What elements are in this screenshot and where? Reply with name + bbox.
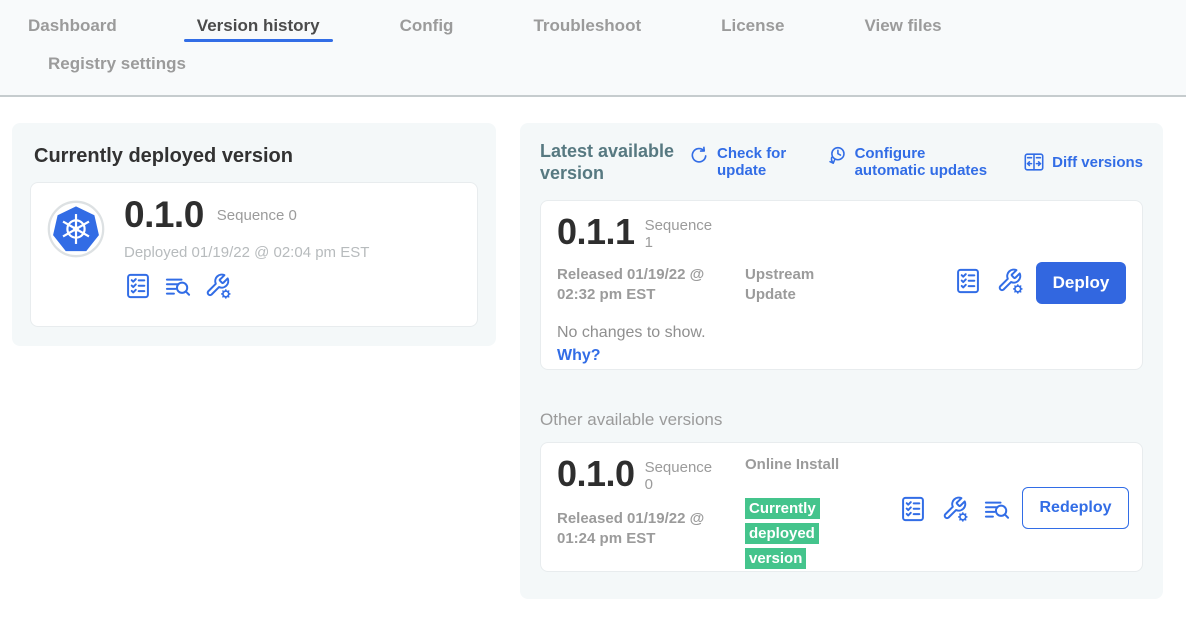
other-version-card: 0.1.0 Sequence 0 Released 01/19/22 @ 01:… <box>540 442 1143 572</box>
latest-version-number: 0.1.1 <box>557 213 635 252</box>
no-changes-text: No changes to show. <box>557 324 706 342</box>
diff-icon <box>1023 151 1045 173</box>
edit-config-icon[interactable] <box>204 272 232 300</box>
edit-config-icon[interactable] <box>941 495 969 523</box>
refresh-icon <box>688 145 710 167</box>
diff-versions-link[interactable]: Diff versions <box>1023 145 1143 180</box>
latest-available-title: Latest available version <box>540 141 688 184</box>
other-sequence-label: Sequence 0 <box>645 459 719 494</box>
currently-deployed-panel: Currently deployed version 0.1.0 Sequenc… <box>12 123 496 346</box>
other-versions-title: Other available versions <box>540 410 1143 430</box>
tab-version-history[interactable]: Version history <box>197 16 320 48</box>
preflight-checklist-icon[interactable] <box>124 272 152 300</box>
other-source-label: Online Install <box>745 455 857 475</box>
configure-automatic-updates-link[interactable]: Configure automatic updates <box>826 145 997 180</box>
kubernetes-logo-icon <box>47 200 105 258</box>
top-nav: Dashboard Version history Config Trouble… <box>0 0 1186 97</box>
deployed-timestamp: Deployed 01/19/22 @ 02:04 pm EST <box>124 244 369 261</box>
currently-deployed-badge: Currently deployed version <box>745 497 835 571</box>
auto-update-icon <box>826 145 848 167</box>
view-logs-icon[interactable] <box>164 272 192 300</box>
deployed-sequence-label: Sequence 0 <box>217 207 297 224</box>
latest-version-card: 0.1.1 Sequence 1 Released 01/19/22 @ 02:… <box>540 200 1143 370</box>
check-for-update-label: Check for update <box>717 145 799 180</box>
tab-dashboard[interactable]: Dashboard <box>28 16 117 48</box>
preflight-checklist-icon[interactable] <box>899 495 927 523</box>
tab-registry-settings[interactable]: Registry settings <box>48 54 186 85</box>
other-released-timestamp: Released 01/19/22 @ 01:24 pm EST <box>557 509 739 548</box>
latest-released-timestamp: Released 01/19/22 @ 02:32 pm EST <box>557 265 739 304</box>
view-logs-icon[interactable] <box>983 495 1011 523</box>
why-link[interactable]: Why? <box>557 347 601 365</box>
tab-config[interactable]: Config <box>400 16 454 48</box>
deploy-button[interactable]: Deploy <box>1036 262 1126 304</box>
nav-tabs: Dashboard Version history Config Trouble… <box>28 16 1186 48</box>
edit-config-icon[interactable] <box>996 267 1024 295</box>
main-content: Currently deployed version 0.1.0 Sequenc… <box>0 97 1186 599</box>
redeploy-button[interactable]: Redeploy <box>1022 487 1129 529</box>
diff-versions-label: Diff versions <box>1052 154 1143 171</box>
tab-license[interactable]: License <box>721 16 784 48</box>
configure-automatic-updates-label: Configure automatic updates <box>855 145 997 180</box>
deployed-version-card: 0.1.0 Sequence 0 Deployed 01/19/22 @ 02:… <box>30 182 478 327</box>
deployed-panel-title: Currently deployed version <box>34 145 478 168</box>
available-versions-panel: Latest available version Check for updat… <box>520 123 1163 599</box>
check-for-update-link[interactable]: Check for update <box>688 145 799 180</box>
latest-source-label: Upstream Update <box>745 265 857 304</box>
tab-troubleshoot[interactable]: Troubleshoot <box>533 16 641 48</box>
preflight-checklist-icon[interactable] <box>954 267 982 295</box>
other-version-number: 0.1.0 <box>557 455 635 494</box>
currently-deployed-badge-text: Currently deployed version <box>745 498 820 569</box>
deployed-version-number: 0.1.0 <box>124 196 204 235</box>
tab-view-files[interactable]: View files <box>864 16 941 48</box>
latest-sequence-label: Sequence 1 <box>645 217 719 252</box>
